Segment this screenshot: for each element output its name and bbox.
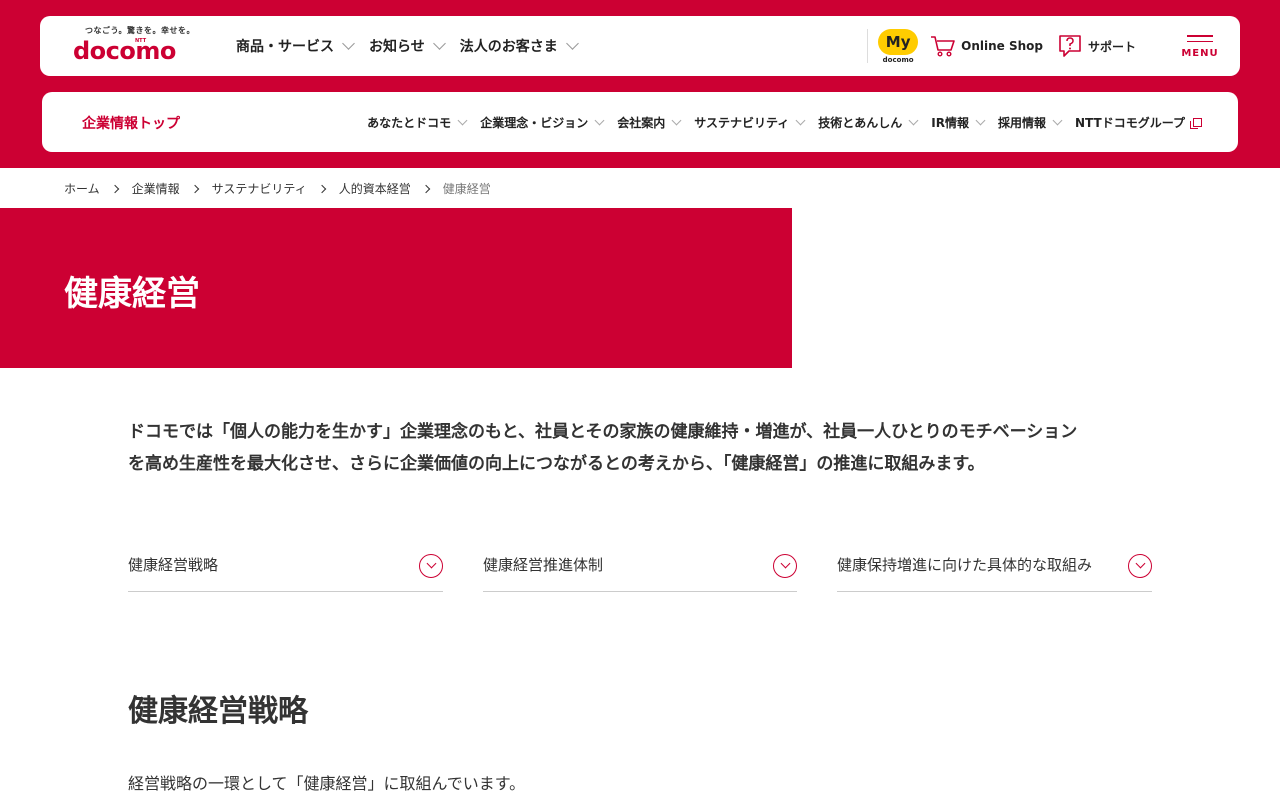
subnav-item-technology-safety[interactable]: 技術とあんしん: [818, 114, 919, 131]
chevron-down-icon: [432, 37, 446, 50]
section-title: 健康経営戦略: [128, 694, 308, 729]
anchor-initiatives[interactable]: 健康保持増進に向けた具体的な取組み: [837, 540, 1152, 592]
subnav-item-company-info[interactable]: 会社案内: [617, 114, 682, 131]
corporate-top-link[interactable]: 企業情報トップ: [82, 113, 180, 133]
anchor-label: 健康保持増進に向けた具体的な取組み: [837, 556, 1093, 574]
chevron-down-icon: [565, 37, 579, 50]
breadcrumb-corporate[interactable]: 企業情報: [132, 180, 180, 197]
circle-chevron-down-icon: [1128, 553, 1152, 578]
nav-news[interactable]: お知らせ: [369, 36, 446, 56]
nav-label: 法人のお客さま: [459, 39, 558, 55]
subnav-label: 会社案内: [617, 115, 666, 130]
anchor-strategy[interactable]: 健康経営戦略: [128, 540, 443, 592]
subnav-label: あなたとドコモ: [367, 115, 452, 130]
external-link-icon: [1190, 117, 1202, 129]
cart-icon: [931, 36, 955, 57]
page-hero: 健康経営: [0, 208, 792, 368]
menu-label: MENU: [1181, 48, 1219, 60]
online-shop-label: Online Shop: [961, 39, 1043, 53]
chevron-down-icon: [1052, 115, 1063, 125]
subnav-item-sustainability[interactable]: サステナビリティ: [694, 114, 806, 131]
my-docomo-link[interactable]: My docomo: [878, 28, 919, 64]
main-nav: 商品・サービス お知らせ 法人のお客さま: [236, 16, 579, 76]
chevron-right-icon: [190, 184, 199, 193]
chevron-down-icon: [342, 37, 355, 50]
subnav-label: サステナビリティ: [694, 115, 790, 130]
logo-tagline: つなごう。驚きを。幸せを。: [85, 26, 196, 35]
subnav-item-group[interactable]: NTTドコモグループ: [1075, 114, 1202, 131]
subnav-item-recruit[interactable]: 採用情報: [998, 114, 1063, 131]
hamburger-icon-bar: [1187, 40, 1213, 43]
corporate-subnav: 企業情報トップ あなたとドコモ 企業理念・ビジョン 会社案内 サステナビリティ …: [42, 92, 1238, 152]
subnav-item-ir[interactable]: IR情報: [931, 114, 986, 131]
intro-line: ドコモでは「個人の能力を生かす」企業理念のもと、社員とその家族の健康維持・増進が…: [128, 422, 1078, 442]
subnav-items: あなたとドコモ 企業理念・ビジョン 会社案内 サステナビリティ 技術とあんしん …: [367, 92, 1202, 152]
chevron-down-icon: [594, 115, 605, 125]
nav-label: お知らせ: [369, 39, 425, 55]
breadcrumb: ホーム 企業情報 サステナビリティ 人的資本経営 健康経営: [64, 180, 491, 197]
question-icon: [1059, 35, 1081, 57]
nav-products-services[interactable]: 商品・サービス: [236, 36, 355, 56]
chevron-down-icon: [457, 115, 468, 125]
page-anchor-links: 健康経営戦略 健康経営推進体制 健康保持増進に向けた具体的な取組み: [128, 540, 1152, 592]
anchor-label: 健康経営推進体制: [483, 556, 604, 574]
breadcrumb-current: 健康経営: [442, 182, 491, 196]
docomo-logo[interactable]: つなごう。驚きを。幸せを。 NTT docomo: [73, 25, 203, 69]
logo-wordmark: docomo: [73, 37, 176, 65]
subnav-item-philosophy-vision[interactable]: 企業理念・ビジョン: [480, 114, 605, 131]
utility-links: My docomo Online Shop サポート MENU: [867, 16, 1240, 76]
divider: [867, 29, 869, 63]
menu-button[interactable]: MENU: [1174, 33, 1226, 59]
chevron-right-icon: [110, 184, 119, 193]
intro-line: を高め生産性を最大化させ、さらに企業価値の向上につながるとの考えから、「健康経営…: [128, 454, 985, 474]
anchor-label: 健康経営戦略: [128, 556, 219, 574]
support-label: サポート: [1087, 39, 1136, 54]
chevron-down-icon: [671, 115, 682, 125]
subnav-label: NTTドコモグループ: [1075, 115, 1185, 130]
breadcrumb-human-capital[interactable]: 人的資本経営: [339, 180, 411, 197]
chevron-down-icon: [795, 115, 806, 125]
circle-chevron-down-icon: [419, 553, 443, 578]
chevron-right-icon: [317, 184, 326, 193]
my-docomo-badge: My: [878, 28, 919, 55]
chevron-right-icon: [421, 184, 430, 193]
subnav-label: 企業理念・ビジョン: [480, 115, 589, 130]
support-link[interactable]: サポート: [1057, 34, 1136, 58]
anchor-promotion-structure[interactable]: 健康経営推進体制: [483, 540, 797, 592]
subnav-label: IR情報: [931, 115, 969, 130]
subnav-label: 技術とあんしん: [818, 115, 903, 130]
global-header: つなごう。驚きを。幸せを。 NTT docomo 商品・サービス お知らせ 法人…: [40, 16, 1240, 76]
my-docomo-sub: docomo: [882, 55, 914, 64]
subnav-label: 採用情報: [998, 115, 1047, 130]
intro-text: ドコモでは「個人の能力を生かす」企業理念のもと、社員とその家族の健康維持・増進が…: [128, 416, 1152, 480]
online-shop-link[interactable]: Online Shop: [930, 34, 1043, 58]
hamburger-icon: [1187, 34, 1213, 37]
subnav-item-you-and-docomo[interactable]: あなたとドコモ: [367, 114, 468, 131]
section-body: 経営戦略の一環として「健康経営」に取組んでいます。: [128, 774, 526, 793]
breadcrumb-sustainability[interactable]: サステナビリティ: [212, 180, 307, 197]
breadcrumb-home[interactable]: ホーム: [64, 180, 100, 197]
nav-business[interactable]: 法人のお客さま: [459, 36, 579, 56]
page-title: 健康経営: [64, 274, 200, 314]
nav-label: 商品・サービス: [236, 39, 334, 55]
circle-chevron-down-icon: [773, 553, 797, 578]
chevron-down-icon: [975, 115, 986, 125]
chevron-down-icon: [908, 115, 919, 125]
